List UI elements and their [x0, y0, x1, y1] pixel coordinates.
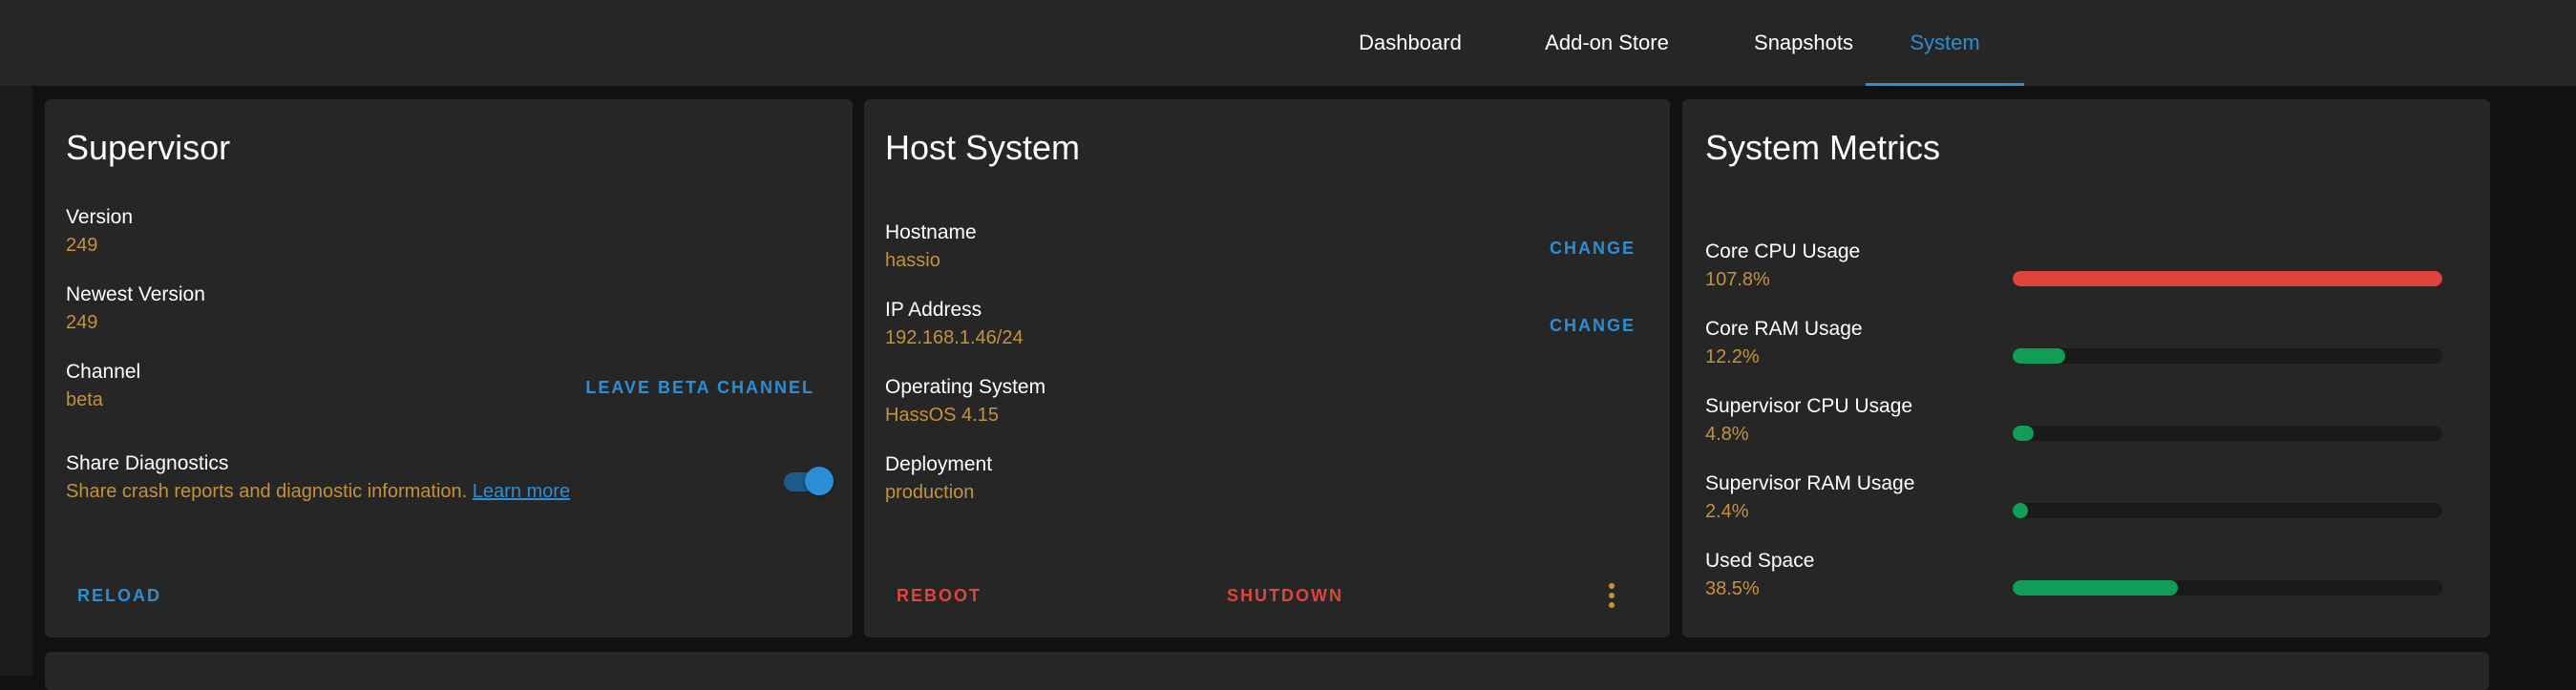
- operating-system-label: Operating System: [885, 376, 1046, 398]
- metric-bar-fill: [2013, 348, 2065, 364]
- tab-label: Add-on Store: [1545, 31, 1669, 54]
- diagnostics-description-text: Share crash reports and diagnostic infor…: [66, 481, 468, 502]
- channel-value: beta: [66, 389, 103, 410]
- card-title: Supervisor: [66, 128, 231, 167]
- supervisor-card: Supervisor Version 249 Newest Version 24…: [45, 99, 853, 638]
- reload-button[interactable]: RELOAD: [77, 586, 161, 606]
- sidebar-strip: [0, 0, 32, 676]
- tab-label: System: [1910, 31, 1980, 54]
- reboot-button[interactable]: REBOOT: [897, 586, 982, 606]
- hostname-label: Hostname: [885, 221, 977, 243]
- metric-bar-fill: [2013, 503, 2028, 518]
- host-system-card: Host System Hostname hassio CHANGE IP Ad…: [864, 99, 1670, 638]
- metric-label: Used Space: [1705, 550, 1815, 572]
- version-value: 249: [66, 235, 98, 256]
- deployment-label: Deployment: [885, 453, 993, 475]
- change-hostname-button[interactable]: CHANGE: [1550, 239, 1636, 259]
- version-label: Version: [66, 206, 134, 228]
- tab-label: Snapshots: [1754, 31, 1853, 54]
- share-diagnostics-toggle[interactable]: [780, 463, 834, 497]
- metric-label: Core RAM Usage: [1705, 318, 1863, 340]
- metric-bar-fill: [2013, 426, 2034, 441]
- leave-beta-channel-button[interactable]: LEAVE BETA CHANNEL: [585, 378, 814, 398]
- toggle-thumb: [805, 467, 834, 495]
- channel-label: Channel: [66, 361, 141, 383]
- change-ip-button[interactable]: CHANGE: [1550, 316, 1636, 336]
- hostname-value: hassio: [885, 250, 940, 271]
- dots-vertical-icon[interactable]: [1600, 581, 1623, 610]
- metric-label: Supervisor RAM Usage: [1705, 472, 1915, 494]
- learn-more-link[interactable]: Learn more: [473, 481, 570, 502]
- metric-bar-track: [2013, 426, 2442, 441]
- card-title: Host System: [885, 128, 1081, 167]
- newest-version-label: Newest Version: [66, 283, 205, 305]
- metric-value: 12.2%: [1705, 346, 1760, 367]
- metric-label: Supervisor CPU Usage: [1705, 395, 1913, 417]
- metric-bar-track: [2013, 348, 2442, 364]
- tab-label: Dashboard: [1359, 31, 1462, 54]
- share-diagnostics-description: Share crash reports and diagnostic infor…: [66, 481, 570, 503]
- tab-system[interactable]: System: [1866, 0, 2024, 86]
- metric-bar-fill: [2013, 580, 2179, 596]
- metric-bar-track: [2013, 580, 2442, 596]
- operating-system-value: HassOS 4.15: [885, 405, 999, 426]
- next-card-partial: [45, 652, 2489, 690]
- top-nav-bar: Dashboard Add-on Store Snapshots System: [32, 0, 2576, 86]
- ip-address-value: 192.168.1.46/24: [885, 327, 1024, 348]
- metric-value: 38.5%: [1705, 578, 1760, 599]
- metric-value: 4.8%: [1705, 424, 1749, 445]
- newest-version-value: 249: [66, 312, 98, 333]
- metric-value: 107.8%: [1705, 269, 1770, 290]
- metric-label: Core CPU Usage: [1705, 240, 1861, 262]
- ip-address-label: IP Address: [885, 299, 982, 321]
- deployment-value: production: [885, 482, 975, 503]
- active-tab-indicator: [1866, 83, 2024, 86]
- tab-dashboard[interactable]: Dashboard: [1312, 0, 1509, 86]
- metric-bar-track: [2013, 271, 2442, 286]
- card-title: System Metrics: [1705, 128, 1941, 167]
- tab-add-on-store[interactable]: Add-on Store: [1509, 0, 1705, 86]
- metric-bar-track: [2013, 503, 2442, 518]
- metric-value: 2.4%: [1705, 501, 1749, 522]
- metric-bar-fill: [2013, 271, 2442, 286]
- sidebar-header: [0, 0, 32, 86]
- share-diagnostics-label: Share Diagnostics: [66, 452, 229, 474]
- shutdown-button[interactable]: SHUTDOWN: [1227, 586, 1343, 606]
